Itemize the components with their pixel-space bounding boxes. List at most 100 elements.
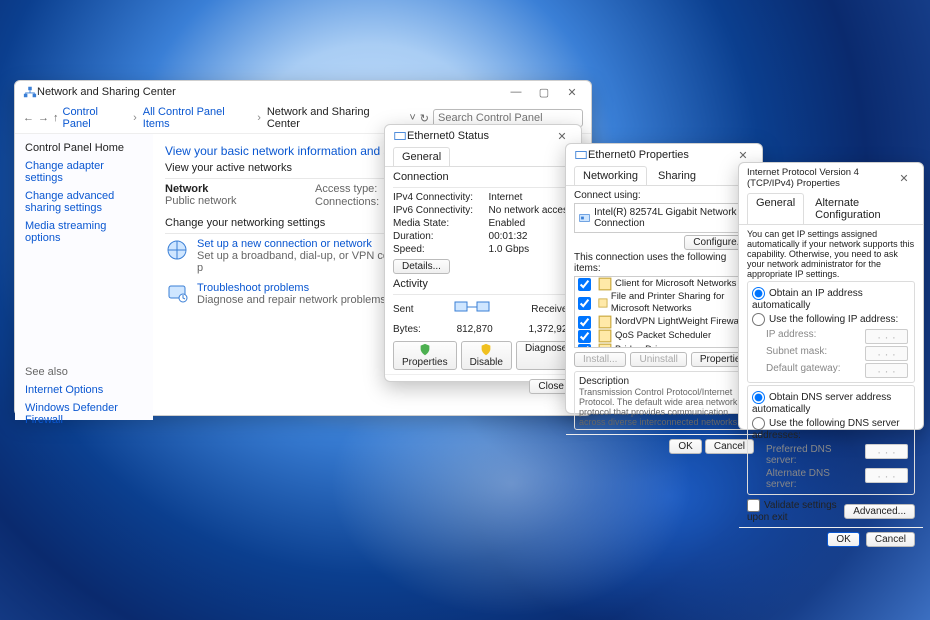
tab-sharing[interactable]: Sharing <box>649 166 705 185</box>
sidebar-link-media[interactable]: Media streaming options <box>25 220 143 244</box>
activity-section-label: Activity <box>393 278 573 290</box>
connect-using-label: Connect using: <box>574 190 754 201</box>
close-button[interactable]: ✕ <box>732 149 754 162</box>
subnet-field[interactable]: · · · <box>865 346 908 361</box>
minimize-button[interactable]: — <box>505 86 527 99</box>
duration-label: Duration: <box>393 231 489 242</box>
maximize-button[interactable]: ▢ <box>533 86 555 99</box>
component-icon <box>598 329 612 343</box>
cancel-button[interactable]: Cancel <box>866 532 915 547</box>
dns-manual-radio[interactable]: Use the following DNS server addresses: <box>752 416 910 442</box>
protocol-label: File and Printer Sharing for Microsoft N… <box>611 291 750 315</box>
gateway-field[interactable]: · · · <box>865 363 908 378</box>
connection-icon <box>165 238 189 262</box>
protocol-checkbox[interactable] <box>578 330 591 343</box>
forward-button[interactable]: → <box>38 112 49 124</box>
breadcrumb[interactable]: Control Panel <box>63 106 128 130</box>
titlebar[interactable]: Network and Sharing Center — ▢ ✕ <box>15 81 591 103</box>
seealso-link[interactable]: Windows Defender Firewall <box>25 402 143 426</box>
ethernet-status-window: Ethernet0 Status ✕ General Connection IP… <box>384 124 582 382</box>
network-icon <box>23 85 37 99</box>
protocol-item[interactable]: File and Printer Sharing for Microsoft N… <box>575 291 753 315</box>
tab-general[interactable]: General <box>393 147 450 166</box>
dropdown-button[interactable]: ˅ <box>409 112 415 124</box>
install-button[interactable]: Install... <box>574 352 626 367</box>
dns-pref-field[interactable]: · · · <box>865 444 908 459</box>
ip-address-field[interactable]: · · · <box>865 329 908 344</box>
tab-general[interactable]: General <box>747 193 804 224</box>
nic-icon <box>579 211 590 225</box>
protocol-item[interactable]: QoS Packet Scheduler <box>575 329 753 343</box>
tab-networking[interactable]: Networking <box>574 166 647 185</box>
details-button[interactable]: Details... <box>393 259 450 274</box>
up-button[interactable]: ↑ <box>53 112 59 124</box>
protocol-item[interactable]: Client for Microsoft Networks <box>575 277 753 291</box>
dns-auto-radio[interactable]: Obtain DNS server address automatically <box>752 390 910 416</box>
ip-manual-radio[interactable]: Use the following IP address: <box>752 312 910 327</box>
breadcrumb[interactable]: All Control Panel Items <box>143 106 251 130</box>
advanced-button[interactable]: Advanced... <box>844 504 915 519</box>
ok-button[interactable]: OK <box>669 439 701 454</box>
protocol-checkbox[interactable] <box>578 278 591 291</box>
component-icon <box>598 343 612 348</box>
protocol-checkbox[interactable] <box>578 297 591 310</box>
back-button[interactable]: ← <box>23 112 34 124</box>
protocol-checkbox[interactable] <box>578 316 591 329</box>
refresh-button[interactable]: ↻ <box>420 112 429 125</box>
titlebar[interactable]: Internet Protocol Version 4 (TCP/IPv4) P… <box>739 163 923 193</box>
computers-icon <box>454 299 490 317</box>
ethernet-icon <box>574 148 588 162</box>
ipv4-label: IPv4 Connectivity: <box>393 192 489 203</box>
protocol-item[interactable]: NordVPN LightWeight Firewall <box>575 315 753 329</box>
access-type-label: Access type: <box>315 183 377 195</box>
protocol-checkbox[interactable] <box>578 344 591 349</box>
window-title: Ethernet0 Status <box>407 130 551 142</box>
chevron-right-icon: › <box>131 112 139 124</box>
validate-checkbox[interactable]: Validate settings upon exit <box>747 499 844 523</box>
window-title: Internet Protocol Version 4 (TCP/IPv4) P… <box>747 167 893 189</box>
sidebar-home[interactable]: Control Panel Home <box>25 142 143 154</box>
close-button[interactable]: ✕ <box>561 86 583 99</box>
dns-alt-field[interactable]: · · · <box>865 468 908 483</box>
sidebar: Control Panel Home Change adapter settin… <box>15 134 153 420</box>
component-icon <box>598 296 608 310</box>
bytes-label: Bytes: <box>393 324 421 335</box>
tab-alternate[interactable]: Alternate Configuration <box>806 193 915 224</box>
description-text: Transmission Control Protocol/Internet P… <box>579 387 749 427</box>
connections-label: Connections: <box>315 196 379 208</box>
dns-alt-label: Alternate DNS server: <box>766 468 861 490</box>
properties-button[interactable]: Properties <box>393 341 457 370</box>
seealso-link[interactable]: Internet Options <box>25 384 143 396</box>
protocol-list[interactable]: Client for Microsoft NetworksFile and Pr… <box>574 276 754 348</box>
duration-value: 00:01:32 <box>489 231 573 242</box>
close-button[interactable]: ✕ <box>893 172 915 185</box>
description-label: Description <box>579 376 749 387</box>
close-button[interactable]: ✕ <box>551 130 573 143</box>
shield-icon <box>418 343 432 357</box>
component-icon <box>598 277 612 291</box>
ip-address-label: IP address: <box>766 329 861 344</box>
ok-button[interactable]: OK <box>827 532 859 547</box>
speed-value: 1.0 Gbps <box>489 244 573 255</box>
protocol-label: Client for Microsoft Networks <box>615 278 736 290</box>
seealso-label: See also <box>25 366 143 378</box>
subnet-label: Subnet mask: <box>766 346 861 361</box>
disable-button[interactable]: Disable <box>461 341 512 370</box>
titlebar[interactable]: Ethernet0 Properties ✕ <box>566 144 762 166</box>
titlebar[interactable]: Ethernet0 Status ✕ <box>385 125 581 147</box>
ethernet-properties-window: Ethernet0 Properties ✕ Networking Sharin… <box>565 143 763 414</box>
protocol-item[interactable]: Bridge Driver <box>575 343 753 348</box>
protocol-label: NordVPN LightWeight Firewall <box>615 316 743 328</box>
bytes-sent: 812,870 <box>457 324 493 335</box>
speed-label: Speed: <box>393 244 489 255</box>
ip-auto-radio[interactable]: Obtain an IP address automatically <box>752 286 910 312</box>
network-type: Public network <box>165 195 315 207</box>
media-value: Enabled <box>489 218 573 229</box>
sidebar-link-sharing[interactable]: Change advanced sharing settings <box>25 190 143 214</box>
uninstall-button[interactable]: Uninstall <box>630 352 686 367</box>
ipv4-value: Internet <box>489 192 573 203</box>
protocol-label: Bridge Driver <box>615 344 670 348</box>
sidebar-link-adapter[interactable]: Change adapter settings <box>25 160 143 184</box>
chevron-right-icon: › <box>255 112 263 124</box>
gateway-label: Default gateway: <box>766 363 861 378</box>
